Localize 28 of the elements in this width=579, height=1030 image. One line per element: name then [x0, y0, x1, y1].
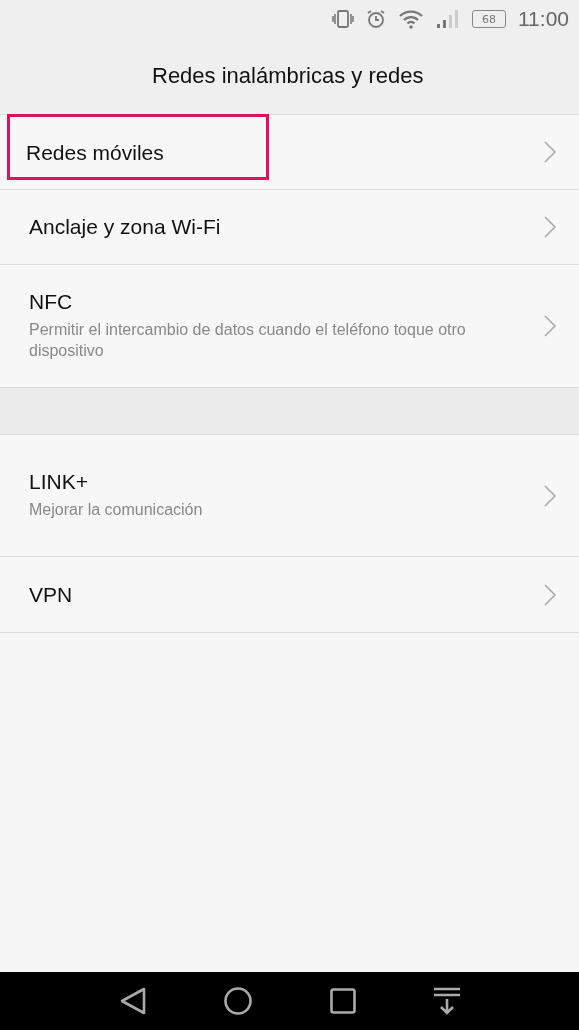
settings-item[interactable]: LINK+ Mejorar la comunicación: [0, 435, 579, 557]
screen-title: Redes inalámbricas y redes: [152, 63, 424, 89]
item-title: LINK+: [29, 470, 88, 495]
alarm-clock-icon: [366, 9, 386, 29]
home-icon[interactable]: [222, 986, 253, 1016]
chevron-right-icon: [543, 215, 557, 239]
wifi-icon: [398, 9, 424, 29]
chevron-right-icon: [543, 582, 557, 607]
settings-item[interactable]: VPN: [0, 557, 579, 632]
settings-item[interactable]: Anclaje y zona Wi-Fi: [0, 190, 579, 265]
highlighted-item-title: Redes móviles: [10, 117, 266, 177]
chevron-right-icon: [543, 140, 557, 164]
item-title: Anclaje y zona Wi-Fi: [29, 215, 221, 239]
item-title: NFC: [29, 290, 73, 315]
recent-apps-icon[interactable]: [328, 987, 357, 1015]
settings-item[interactable]: NFC Permitir el intercambio de datos cuando el teléfono toque otro dispositivo: [0, 265, 579, 387]
settings-item[interactable]: Redes móviles: [0, 115, 579, 190]
vibrate-icon: [332, 9, 354, 29]
clock-time: 11:00: [518, 7, 569, 31]
signal-icon: [436, 9, 460, 29]
item-description: Permitir el intercambio de datos cuando el teléfono toque otro dispositivo: [29, 320, 467, 361]
item-description: Mejorar la comunicación: [29, 500, 204, 521]
chevron-right-icon: [543, 483, 557, 508]
battery-indicator: 68: [472, 10, 506, 28]
chevron-right-icon: [543, 314, 557, 338]
item-title: VPN: [29, 582, 73, 607]
back-icon[interactable]: [118, 986, 147, 1016]
notification-pull-down-icon[interactable]: [432, 987, 461, 1015]
